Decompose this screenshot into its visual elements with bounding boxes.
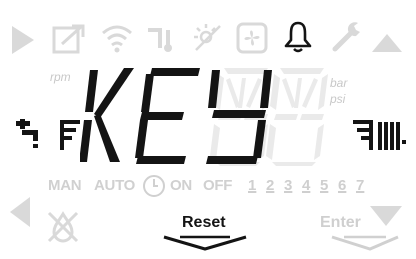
rpm-unit: rpm xyxy=(50,70,71,84)
tap-icon xyxy=(16,119,38,148)
reset-button[interactable]: Reset xyxy=(160,212,250,252)
up-arrow-icon[interactable] xyxy=(370,30,404,54)
left-arrow-icon[interactable] xyxy=(8,195,32,229)
enter-label: Enter xyxy=(320,214,361,231)
radiator-icon xyxy=(378,122,406,150)
wifi-icon xyxy=(102,25,132,53)
psi-unit: psi xyxy=(330,92,346,106)
reset-chevron-icon xyxy=(163,235,247,251)
tap-thermometer-icon xyxy=(148,28,172,52)
flow-level-right-icon xyxy=(353,120,373,150)
clock-icon xyxy=(143,175,165,197)
external-link-icon xyxy=(52,24,85,54)
day-5: 5 xyxy=(320,177,329,194)
flow-level-left-icon xyxy=(60,120,80,150)
segment-display xyxy=(80,68,328,166)
on-label: ON xyxy=(170,177,192,194)
day-7: 7 xyxy=(356,177,365,194)
day-1: 1 xyxy=(248,177,257,194)
auto-label: AUTO xyxy=(94,177,136,194)
enter-button[interactable]: Enter xyxy=(310,212,400,252)
day-6: 6 xyxy=(338,177,347,194)
wrench-icon xyxy=(332,22,360,52)
bar-unit: bar xyxy=(330,76,348,90)
off-label: OFF xyxy=(203,177,233,194)
play-arrow-icon[interactable] xyxy=(10,24,36,56)
fan-icon xyxy=(236,22,268,54)
enter-chevron-icon xyxy=(331,235,399,251)
day-3: 3 xyxy=(284,177,293,194)
sun-off-icon xyxy=(194,24,221,51)
man-label: MAN xyxy=(48,177,82,194)
day-4: 4 xyxy=(302,177,311,194)
flame-off-icon xyxy=(47,211,79,243)
day-2: 2 xyxy=(266,177,275,194)
bell-icon[interactable] xyxy=(283,20,313,54)
reset-label: Reset xyxy=(182,214,226,231)
